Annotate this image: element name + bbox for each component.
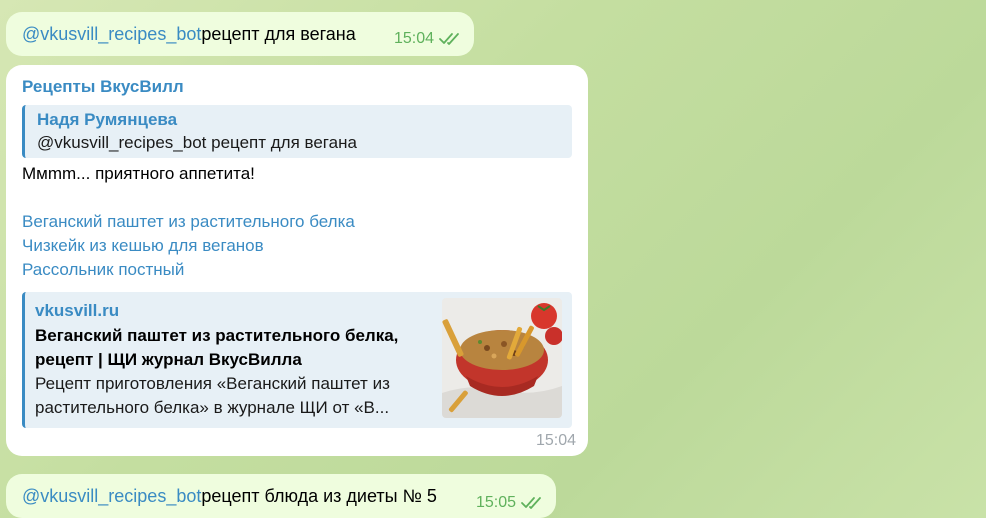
reply-text: @vkusvill_recipes_bot рецепт для вегана [37, 133, 357, 152]
recipe-link[interactable]: Чизкейк из кешью для веганов [22, 234, 574, 258]
recipe-link[interactable]: Рассольник постный [22, 258, 574, 282]
outgoing-message[interactable]: @vkusvill_recipes_bot рецепт блюда из ди… [6, 474, 556, 518]
message-text: рецепт для вегана [201, 23, 356, 44]
greeting-text: Ммmm... приятного аппетита! [22, 164, 255, 183]
link-preview[interactable]: vkusvill.ru Веганский паштет из растител… [22, 292, 572, 428]
recipe-link[interactable]: Веганский паштет из растительного белка [22, 210, 574, 234]
preview-site: vkusvill.ru [35, 301, 120, 320]
double-check-icon [438, 32, 464, 46]
preview-image[interactable] [442, 298, 562, 418]
message-time: 15:04 [393, 30, 434, 47]
incoming-message[interactable]: Рецепты ВкусВилл Надя Румянцева @vkusvil… [6, 65, 588, 456]
sender-name[interactable]: Рецепты ВкусВилл [22, 77, 574, 101]
reply-author: Надя Румянцева [37, 110, 178, 129]
message-meta: 15:04 [394, 30, 464, 48]
bot-mention[interactable]: @vkusvill_recipes_bot [22, 24, 201, 45]
preview-description: Рецепт приготовления «Веганский паштет и… [35, 374, 390, 417]
reply-quote[interactable]: Надя Румянцева @vkusvill_recipes_bot рец… [22, 105, 572, 158]
preview-title: Веганский паштет из растительного белка,… [35, 326, 399, 369]
message-meta: 15:05 [476, 494, 546, 512]
message-time: 15:05 [475, 494, 516, 511]
outgoing-message[interactable]: @vkusvill_recipes_bot рецепт для вегана … [6, 12, 474, 56]
message-text: рецепт блюда из диеты № 5 [201, 485, 437, 506]
double-check-icon [520, 496, 546, 510]
message-time: 15:04 [535, 432, 576, 449]
bot-mention[interactable]: @vkusvill_recipes_bot [22, 486, 201, 507]
